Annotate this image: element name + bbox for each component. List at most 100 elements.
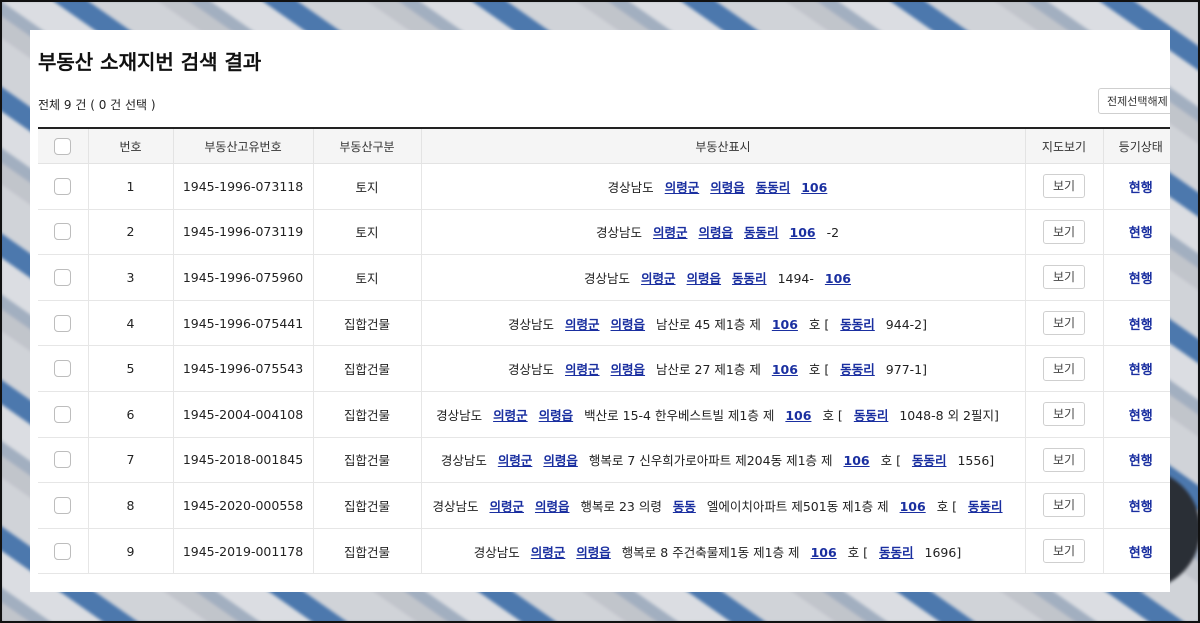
row-number: 5 — [88, 345, 174, 392]
address-link[interactable]: 106 — [801, 180, 827, 195]
row-checkbox[interactable] — [54, 177, 72, 195]
map-view-button[interactable]: 보기 — [1043, 311, 1085, 336]
address-link[interactable]: 의령군 — [641, 271, 676, 286]
row-status-cell: 현행 — [1103, 437, 1170, 484]
table-row: 1 1945-1996-073118 토지 경상남도 의령군 의령읍 동동리 106 보기 현행 — [38, 163, 1170, 210]
address-link[interactable]: 의령읍 — [539, 408, 574, 423]
row-unique-id: 1945-1996-073118 — [173, 163, 314, 210]
registry-status-link[interactable]: 현행 — [1129, 546, 1153, 561]
address-link[interactable]: 의령읍 — [611, 317, 646, 332]
row-checkbox[interactable] — [54, 405, 72, 423]
registry-status-link[interactable]: 현행 — [1129, 500, 1153, 515]
address-text: 977-1] — [885, 362, 927, 378]
map-view-button[interactable]: 보기 — [1043, 219, 1085, 244]
address-link[interactable]: 의령읍 — [687, 271, 722, 286]
select-all-checkbox[interactable] — [54, 137, 72, 155]
address-link[interactable]: 106 — [790, 225, 816, 240]
row-status-cell: 현행 — [1103, 254, 1170, 301]
address-link[interactable]: 동동리 — [756, 180, 791, 195]
map-view-button[interactable]: 보기 — [1043, 447, 1085, 472]
row-property-display: 경상남도 의령군 의령읍 동동리 106 -2 — [421, 209, 1026, 256]
row-checkbox[interactable] — [54, 542, 72, 560]
address-link[interactable]: 동동리 — [840, 362, 875, 377]
row-property-type: 토지 — [313, 254, 422, 301]
address-link[interactable]: 의령읍 — [576, 545, 611, 560]
address-text: 경상남도 — [508, 362, 555, 378]
address-text: 남산로 45 제1층 제 — [656, 316, 761, 332]
address-link[interactable]: 106 — [772, 317, 798, 332]
header-property-display: 부동산표시 — [421, 128, 1026, 164]
address-link[interactable]: 의령읍 — [710, 180, 745, 195]
address-link[interactable]: 의령군 — [653, 225, 688, 240]
row-property-type: 집합건물 — [313, 300, 422, 347]
row-unique-id: 1945-2019-001178 — [173, 528, 314, 575]
address-link[interactable]: 의령군 — [493, 408, 528, 423]
address-link[interactable]: 106 — [825, 271, 851, 286]
address-link[interactable]: 106 — [772, 362, 798, 377]
address-link[interactable]: 106 — [844, 453, 870, 468]
address-link[interactable]: 의령읍 — [611, 362, 646, 377]
table-row: 4 1945-1996-075441 집합건물 경상남도 의령군 의령읍 남산로 45 제1… — [38, 300, 1170, 347]
row-unique-id: 1945-1996-075543 — [173, 345, 314, 392]
address-link[interactable]: 동동리 — [854, 408, 889, 423]
row-status-cell: 현행 — [1103, 391, 1170, 438]
row-unique-id: 1945-1996-073119 — [173, 209, 314, 256]
address-link[interactable]: 동동리 — [968, 499, 1003, 514]
row-checkbox[interactable] — [54, 451, 72, 469]
row-checkbox[interactable] — [54, 223, 72, 241]
row-property-type: 집합건물 — [313, 391, 422, 438]
row-property-type: 토지 — [313, 163, 422, 210]
result-count: 전체 9 건 ( 0 건 선택 ) — [38, 98, 156, 112]
row-select-cell — [38, 254, 89, 301]
address-link[interactable]: 동동리 — [840, 317, 875, 332]
address-link[interactable]: 동동 — [673, 499, 696, 514]
table-row: 9 1945-2019-001178 집합건물 경상남도 의령군 의령읍 행복로 8 주건축… — [38, 528, 1170, 575]
address-text: 호 [ — [936, 498, 958, 514]
map-view-button[interactable]: 보기 — [1043, 356, 1085, 381]
row-map-cell: 보기 — [1025, 391, 1104, 438]
address-link[interactable]: 동동리 — [744, 225, 779, 240]
address-link[interactable]: 의령군 — [531, 545, 566, 560]
table-row: 5 1945-1996-075543 집합건물 경상남도 의령군 의령읍 남산로 27 제1… — [38, 345, 1170, 392]
address-link[interactable]: 의령군 — [565, 317, 600, 332]
row-checkbox[interactable] — [54, 360, 72, 378]
address-link[interactable]: 의령군 — [498, 453, 533, 468]
header-map-view: 지도보기 — [1025, 128, 1104, 164]
map-view-button[interactable]: 보기 — [1043, 539, 1085, 564]
row-checkbox[interactable] — [54, 314, 72, 332]
address-text: 경상남도 — [473, 544, 520, 560]
address-link[interactable]: 의령군 — [565, 362, 600, 377]
registry-status-link[interactable]: 현행 — [1129, 409, 1153, 424]
registry-status-link[interactable]: 현행 — [1129, 318, 1153, 333]
address-text: 남산로 27 제1층 제 — [656, 362, 761, 378]
address-link[interactable]: 의령군 — [489, 499, 524, 514]
row-checkbox[interactable] — [54, 496, 72, 514]
row-status-cell: 현행 — [1103, 482, 1170, 529]
address-link[interactable]: 동동리 — [732, 271, 767, 286]
address-text: 백산로 15-4 한우베스트빌 제1층 제 — [584, 407, 775, 423]
registry-status-link[interactable]: 현행 — [1129, 363, 1153, 378]
deselect-all-button[interactable]: 전제선택해제 — [1098, 88, 1170, 114]
row-status-cell: 현행 — [1103, 209, 1170, 256]
address-link[interactable]: 106 — [811, 545, 837, 560]
address-link[interactable]: 동동리 — [879, 545, 914, 560]
row-checkbox[interactable] — [54, 268, 72, 286]
row-map-cell: 보기 — [1025, 482, 1104, 529]
registry-status-link[interactable]: 현행 — [1129, 454, 1153, 469]
row-map-cell: 보기 — [1025, 209, 1104, 256]
map-view-button[interactable]: 보기 — [1043, 493, 1085, 518]
address-link[interactable]: 의령군 — [665, 180, 700, 195]
address-link[interactable]: 의령읍 — [543, 453, 578, 468]
address-link[interactable]: 106 — [900, 499, 926, 514]
address-link[interactable]: 106 — [785, 408, 811, 423]
address-link[interactable]: 의령읍 — [698, 225, 733, 240]
address-link[interactable]: 의령읍 — [535, 499, 570, 514]
map-view-button[interactable]: 보기 — [1043, 174, 1085, 199]
registry-status-link[interactable]: 현행 — [1129, 272, 1153, 287]
address-link[interactable]: 동동리 — [912, 453, 947, 468]
map-view-button[interactable]: 보기 — [1043, 265, 1085, 290]
registry-status-link[interactable]: 현행 — [1129, 226, 1153, 241]
header-select-all[interactable] — [38, 128, 89, 164]
registry-status-link[interactable]: 현행 — [1129, 181, 1153, 196]
map-view-button[interactable]: 보기 — [1043, 402, 1085, 427]
